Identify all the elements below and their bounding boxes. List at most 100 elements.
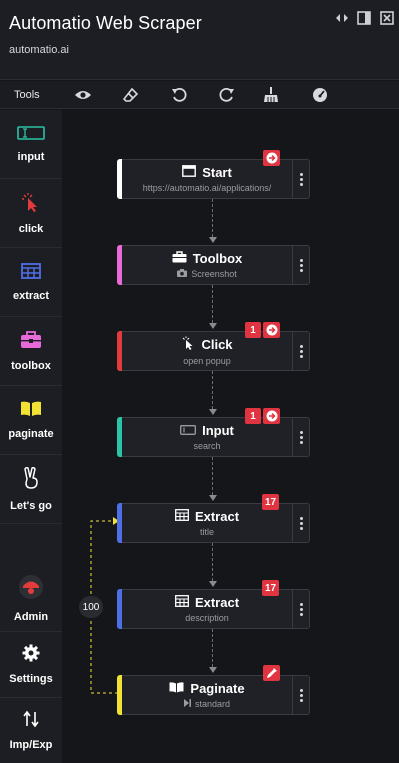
node-title: Extract	[194, 595, 240, 610]
sidebar-item-label: extract	[12, 289, 50, 302]
import-export-icon	[23, 710, 39, 733]
node-count-badge: 1	[245, 408, 261, 424]
flow-node-paginate[interactable]: Paginate standard	[117, 675, 310, 715]
node-color-bar	[117, 503, 122, 543]
node-menu-button[interactable]	[292, 676, 309, 714]
flow-node-extract-description[interactable]: Extract description	[117, 589, 310, 629]
broom-icon[interactable]	[262, 86, 280, 104]
close-icon[interactable]	[379, 10, 395, 26]
node-menu-button[interactable]	[292, 418, 309, 456]
toolbox-icon	[20, 330, 42, 354]
sidebar-item-label: Admin	[13, 611, 49, 623]
node-subtitle: open popup	[183, 356, 231, 366]
table-icon	[175, 595, 189, 610]
browser-window-icon	[182, 165, 197, 180]
node-title: Paginate	[190, 681, 245, 696]
flow-connector	[212, 199, 213, 237]
camera-icon	[177, 269, 188, 279]
node-title: Toolbox	[192, 251, 243, 266]
flow-connector	[212, 457, 213, 495]
eraser-icon[interactable]	[122, 86, 140, 104]
connector-arrowhead	[209, 237, 217, 243]
app-title: Automatio Web Scraper	[9, 13, 202, 33]
text-input-icon	[180, 423, 197, 438]
undo-icon[interactable]	[170, 86, 188, 104]
node-menu-button[interactable]	[292, 160, 309, 198]
step-forward-icon	[183, 699, 191, 709]
connector-arrowhead	[209, 581, 217, 587]
admin-avatar-icon	[18, 574, 44, 605]
node-menu-button[interactable]	[292, 504, 309, 542]
sidebar-item-label: paginate	[8, 427, 54, 440]
arrow-circle-right-icon[interactable]	[263, 150, 280, 166]
arrow-circle-right-icon[interactable]	[263, 322, 280, 338]
sidebar-item-click[interactable]: click	[0, 179, 62, 248]
table-icon	[21, 262, 41, 284]
sidebar-item-label: input	[17, 150, 45, 163]
flow-node-extract-title[interactable]: Extract title	[117, 503, 310, 543]
flow-connector	[212, 543, 213, 581]
app-subtitle: automatio.ai	[9, 44, 69, 56]
node-subtitle: standard	[194, 699, 231, 709]
resize-icon[interactable]	[334, 10, 350, 26]
node-menu-button[interactable]	[292, 332, 309, 370]
sidebar-item-imp-exp[interactable]: Imp/Exp	[0, 698, 62, 763]
node-menu-button[interactable]	[292, 246, 309, 284]
node-color-bar	[117, 589, 122, 629]
connector-arrowhead	[209, 667, 217, 673]
node-subtitle: search	[193, 441, 221, 451]
sidebar-item-extract[interactable]: extract	[0, 248, 62, 317]
node-color-bar	[117, 159, 122, 199]
dock-icon[interactable]	[356, 10, 372, 26]
sidebar-item-paginate[interactable]: paginate	[0, 386, 62, 455]
sidebar-item-toolbox[interactable]: toolbox	[0, 317, 62, 386]
node-title: Input	[202, 423, 234, 438]
arrow-circle-right-icon[interactable]	[263, 408, 280, 424]
flow-node-toolbox[interactable]: Toolbox Screenshot	[117, 245, 310, 285]
node-color-bar	[117, 675, 122, 715]
sidebar-item-label: Imp/Exp	[9, 739, 53, 751]
flow-node-input[interactable]: Input search	[117, 417, 310, 457]
node-subtitle: Screenshot	[191, 269, 237, 279]
tools-label: Tools	[14, 89, 40, 101]
node-color-bar	[117, 417, 122, 457]
node-color-bar	[117, 331, 122, 371]
sidebar-item-input[interactable]: input	[0, 110, 62, 179]
sidebar-item-admin[interactable]: Admin	[0, 566, 62, 632]
sidebar-item-label: Let's go	[10, 499, 52, 512]
node-color-bar	[117, 245, 122, 285]
book-icon	[20, 401, 42, 422]
node-menu-button[interactable]	[292, 590, 309, 628]
node-subtitle: description	[185, 613, 229, 623]
loop-count-badge: 100	[79, 596, 103, 618]
eyedropper-icon[interactable]	[263, 665, 280, 681]
node-count-badge: 17	[262, 494, 280, 510]
sidebar-item-settings[interactable]: Settings	[0, 632, 62, 698]
node-title: Extract	[194, 509, 240, 524]
table-icon	[175, 509, 189, 524]
sidebar: input click extract toolbox paginate Let…	[0, 110, 62, 763]
redo-icon[interactable]	[218, 86, 236, 104]
node-title: Start	[202, 165, 232, 180]
node-count-badge: 1	[245, 322, 261, 338]
node-title: Click	[201, 337, 233, 352]
eye-icon[interactable]	[74, 86, 92, 104]
sidebar-item-lets-go[interactable]: Let's go	[0, 455, 62, 524]
app-header: Automatio Web Scraper automatio.ai	[0, 0, 399, 80]
flow-connector	[212, 285, 213, 323]
text-cursor-icon	[17, 125, 45, 145]
cursor-click-icon	[181, 336, 195, 353]
gear-icon	[22, 644, 40, 667]
flow-node-click[interactable]: Click open popup	[117, 331, 310, 371]
node-subtitle: title	[199, 527, 214, 537]
book-icon	[169, 681, 184, 696]
flow-node-start[interactable]: Start https://automatio.ai/applications/	[117, 159, 310, 199]
sidebar-item-label: click	[18, 222, 44, 235]
connector-arrowhead	[209, 323, 217, 329]
flow-connector	[212, 629, 213, 667]
connector-arrowhead	[209, 495, 217, 501]
connector-arrowhead	[209, 409, 217, 415]
speedometer-icon[interactable]	[311, 86, 329, 104]
toolbox-icon	[172, 251, 187, 266]
sidebar-item-label: Settings	[9, 673, 53, 685]
